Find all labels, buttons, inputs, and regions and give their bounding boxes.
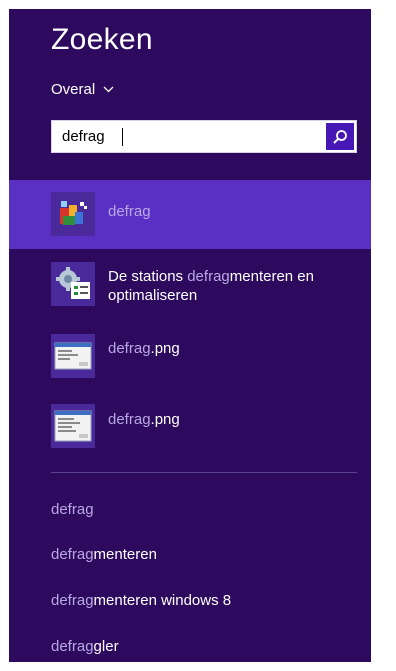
search-pane: Zoeken Overal defrag defrag De stations … [9,9,371,662]
text-caret [122,128,123,146]
scope-label: Overal [51,81,96,98]
search-icon [333,129,347,144]
result-png-file[interactable]: defrag.png [9,392,371,460]
search-input[interactable] [52,121,322,152]
result-label: defrag.png [108,411,180,428]
result-label: defrag [108,203,151,220]
scope-dropdown[interactable]: Overal [51,81,114,98]
search-button[interactable] [326,123,354,150]
pane-title: Zoeken [51,23,153,56]
chevron-down-icon [103,86,114,93]
png-file-icon [51,334,95,378]
result-defrag-app[interactable]: defrag [9,180,371,249]
suggestion-item[interactable]: defrag [51,501,94,518]
defrag-app-icon [51,192,95,236]
search-box [51,120,357,153]
result-optimize-drives[interactable]: De stations defragmenteren en optimalise… [9,249,371,317]
suggestion-item[interactable]: defragmenteren [51,546,157,563]
optimize-drives-icon [51,262,95,306]
divider [51,472,357,473]
result-label: defrag.png [108,340,180,357]
suggestion-item[interactable]: defraggler [51,638,119,655]
result-png-file[interactable]: defrag.png [9,321,371,389]
suggestion-item[interactable]: defragmenteren windows 8 [51,592,231,609]
result-label: De stations defragmenteren en optimalise… [108,268,314,304]
png-file-icon [51,404,95,448]
